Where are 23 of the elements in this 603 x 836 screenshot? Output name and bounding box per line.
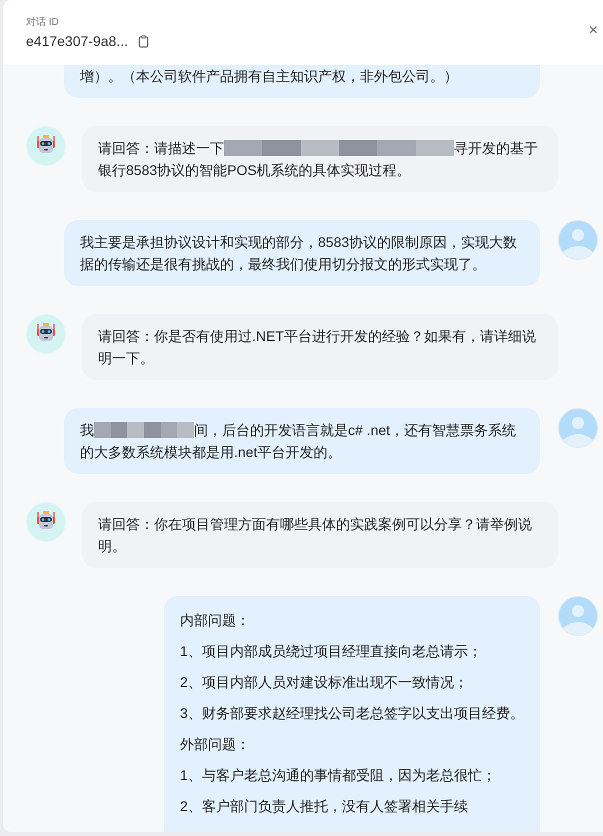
message-text: 3、财务部要求赵经理找公司老总签字以支出项目经费。: [180, 704, 524, 723]
message-text: 请回答：你在项目管理方面有哪些具体的实践案例可以分享？请举例说明。: [98, 515, 533, 556]
copy-icon[interactable]: [138, 34, 149, 48]
message-text: 1、与客户老总沟通的事情都受阻，因为老总很忙；: [180, 766, 497, 785]
user-avatar-icon: [558, 408, 598, 448]
message-text: 增）。（本公司软件产品拥有自主知识产权，非外包公司。）: [80, 67, 459, 86]
robot-avatar-icon: [26, 502, 66, 542]
robot-avatar-icon: [26, 314, 66, 354]
conversation-id: e417e307-9a8...: [26, 32, 128, 51]
robot-avatar-icon: [26, 126, 66, 166]
message-text: 请回答：请描述一下 寻开发的基于银行8583协议的智能POS机系统的具体实现过程。: [98, 139, 539, 180]
message-text: 我 间，后台的开发语言就是c# .net，还有智慧票务系统的大多数系统模块都是用.net平台开发的。: [80, 421, 518, 462]
message-text: 我主要是承担协议设计和实现的部分，8583协议的限制原因，实现大数据的传输还是很有挑战的，最终我们使用切分报文的形式实现了。: [80, 233, 518, 274]
close-button[interactable]: ×: [588, 22, 598, 40]
message-text: 外部问题：: [180, 735, 251, 754]
message-text: 1、项目内部成员绕过项目经理直接向老总请示；: [180, 642, 483, 661]
message-text: 2、客户部门负责人推托，没有人签署相关手续: [180, 797, 469, 816]
message-text: 请回答：你是否有使用过.NET平台进行开发的经验？如果有，请详细说明一下。: [98, 327, 537, 368]
message-text: 2、项目内部人员对建设标准出现不一致情况；: [180, 673, 469, 692]
message-text: 内部问题：: [180, 611, 251, 630]
conversation-id-label: 对话 ID: [26, 16, 60, 29]
user-avatar-icon: [558, 220, 598, 260]
user-avatar-icon: [558, 596, 598, 636]
